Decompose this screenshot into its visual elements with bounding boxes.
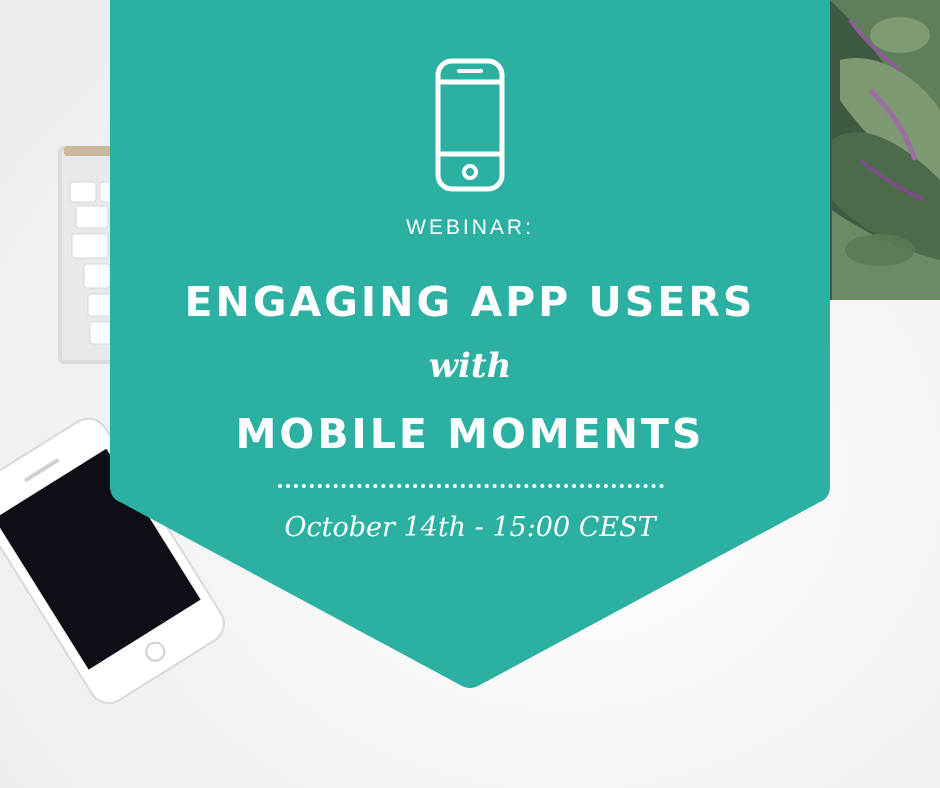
webinar-label: WEBINAR:: [406, 216, 534, 239]
title-line-2: MOBILE MOMENTS: [235, 410, 705, 458]
banner-content: WEBINAR: ENGAGING APP USERS with MOBILE …: [110, 0, 830, 700]
title-line-1: ENGAGING APP USERS: [184, 278, 756, 326]
webinar-graphic: WEBINAR: ENGAGING APP USERS with MOBILE …: [0, 0, 940, 788]
smartphone-icon: [435, 58, 505, 192]
dotted-divider: [278, 484, 664, 488]
event-date-time: October 14th - 15:00 CEST: [284, 512, 656, 543]
connector-word: with: [428, 346, 512, 386]
